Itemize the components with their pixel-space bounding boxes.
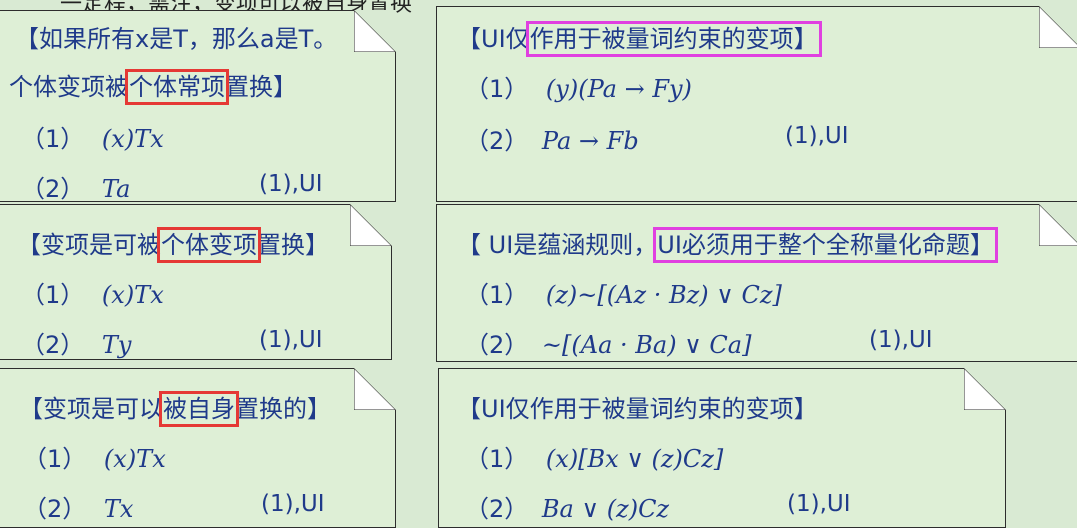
panel-3-step-1: （1） (x)Tx bbox=[21, 275, 164, 310]
step-formula: (x)Tx bbox=[103, 445, 166, 473]
panel-4-highlight: UI必须用于整个全称量化命题】 bbox=[653, 227, 998, 263]
folded-corner-icon bbox=[354, 10, 396, 52]
panel-1-title-line2-post: 置换】 bbox=[225, 73, 297, 101]
step-formula: (z)~[(Az · Bz) ∨ Cz] bbox=[545, 281, 782, 309]
step-number: （2） bbox=[465, 495, 529, 523]
folded-corner-icon bbox=[350, 204, 392, 246]
panel-6-step-2-ref: (1),UI bbox=[787, 491, 851, 517]
panel-5-title: 【变项是可以被自身置换的】 bbox=[19, 389, 331, 427]
panel-4-step-2-ref: (1),UI bbox=[869, 327, 933, 353]
panel-6-title: 【UI仅作用于被量词约束的变项】 bbox=[457, 389, 818, 424]
step-formula: Tx bbox=[103, 495, 134, 523]
step-formula: (x)Tx bbox=[101, 125, 164, 153]
step-number: （2） bbox=[465, 127, 529, 155]
panel-2-title-pre: 【UI仅 bbox=[457, 25, 530, 53]
folded-corner-icon bbox=[1039, 204, 1077, 246]
panel-5-highlight: 被自身 bbox=[159, 391, 239, 427]
step-number: （2） bbox=[23, 495, 87, 523]
step-formula: Ty bbox=[101, 331, 132, 359]
step-formula: (x)[Bx ∨ (z)Cz] bbox=[545, 445, 724, 473]
note-panel-4: 【 UI是蕴涵规则，UI必须用于整个全称量化命题】 （1） (z)~[(Az ·… bbox=[436, 204, 1077, 362]
step-formula: (y)(Pa → Fy) bbox=[545, 75, 692, 103]
panel-4-step-2: （2） ~[(Aa · Ba) ∨ Ca] bbox=[465, 325, 751, 360]
panel-6-step-2: （2） Ba ∨ (z)Cz bbox=[465, 489, 669, 524]
step-formula: (x)Tx bbox=[101, 281, 164, 309]
panel-1-step-2-ref: (1),UI bbox=[259, 171, 323, 197]
step-number: （1） bbox=[465, 445, 529, 473]
panel-3-step-2: （2） Ty bbox=[21, 325, 132, 360]
panel-3-title-pre: 【变项是可被 bbox=[17, 231, 161, 259]
panel-4-step-1: （1） (z)~[(Az · Bz) ∨ Cz] bbox=[465, 275, 782, 310]
step-number: （1） bbox=[23, 445, 87, 473]
step-number: （1） bbox=[465, 75, 529, 103]
panel-2-step-2-ref: (1),UI bbox=[785, 123, 849, 149]
step-formula: Ta bbox=[101, 175, 131, 203]
note-panel-6: 【UI仅作用于被量词约束的变项】 （1） (x)[Bx ∨ (z)Cz] （2）… bbox=[438, 368, 1006, 528]
step-formula: Pa → Fb bbox=[541, 127, 639, 155]
panel-1-step-1: （1） (x)Tx bbox=[21, 119, 164, 154]
panel-4-title: 【 UI是蕴涵规则，UI必须用于整个全称量化命题】 bbox=[457, 225, 998, 263]
note-panel-5: 【变项是可以被自身置换的】 （1） (x)Tx （2） Tx (1),UI bbox=[0, 368, 396, 528]
note-panel-2: 【UI仅作用于被量词约束的变项】 （1） (y)(Pa → Fy) （2） Pa… bbox=[436, 6, 1077, 202]
panel-1-title-text: 【如果所有x是T，那么a是T。 bbox=[15, 25, 338, 53]
panel-1-title-line2-pre: 个体变项被 bbox=[9, 73, 129, 101]
step-formula: ~[(Aa · Ba) ∨ Ca] bbox=[541, 331, 752, 359]
panel-2-title: 【UI仅作用于被量词约束的变项】 bbox=[457, 19, 822, 57]
panel-1-step-2: （2） Ta bbox=[21, 169, 130, 204]
panel-2-step-1: （1） (y)(Pa → Fy) bbox=[465, 69, 692, 104]
step-formula: Ba ∨ (z)Cz bbox=[541, 495, 670, 523]
panel-5-step-1: （1） (x)Tx bbox=[23, 439, 166, 474]
panel-1-title-line2: 个体变项被个体常项置换】 bbox=[9, 67, 297, 105]
panel-1-title: 【如果所有x是T，那么a是T。 bbox=[15, 19, 337, 54]
note-panel-1: 【如果所有x是T，那么a是T。 个体变项被个体常项置换】 （1） (x)Tx （… bbox=[0, 10, 396, 204]
step-number: （1） bbox=[21, 125, 85, 153]
step-number: （1） bbox=[21, 281, 85, 309]
folded-corner-icon bbox=[1039, 6, 1077, 48]
panel-6-title-text: 【UI仅作用于被量词约束的变项】 bbox=[457, 395, 818, 423]
panel-3-highlight: 个体变项 bbox=[157, 227, 261, 263]
panel-6-step-1: （1） (x)[Bx ∨ (z)Cz] bbox=[465, 439, 723, 474]
panel-5-step-2-ref: (1),UI bbox=[261, 491, 325, 517]
panel-4-title-pre: 【 UI是蕴涵规则， bbox=[457, 231, 658, 259]
panel-1-highlight: 个体常项 bbox=[125, 69, 229, 105]
step-number: （1） bbox=[465, 281, 529, 309]
panel-3-title: 【变项是可被个体变项置换】 bbox=[17, 225, 329, 263]
folded-corner-icon bbox=[964, 368, 1006, 410]
step-number: （2） bbox=[21, 175, 85, 203]
panel-5-title-post: 置换的】 bbox=[235, 395, 331, 423]
note-panel-3: 【变项是可被个体变项置换】 （1） (x)Tx （2） Ty (1),UI bbox=[0, 204, 392, 360]
step-number: （2） bbox=[21, 331, 85, 359]
panel-2-highlight: 作用于被量词约束的变项】 bbox=[525, 21, 822, 57]
panel-3-step-2-ref: (1),UI bbox=[259, 327, 323, 353]
folded-corner-icon bbox=[354, 368, 396, 410]
step-number: （2） bbox=[465, 331, 529, 359]
panel-5-title-pre: 【变项是可以 bbox=[19, 395, 163, 423]
panel-2-step-2: （2） Pa → Fb bbox=[465, 121, 639, 156]
panel-5-step-2: （2） Tx bbox=[23, 489, 133, 524]
panel-3-title-post: 置换】 bbox=[257, 231, 329, 259]
